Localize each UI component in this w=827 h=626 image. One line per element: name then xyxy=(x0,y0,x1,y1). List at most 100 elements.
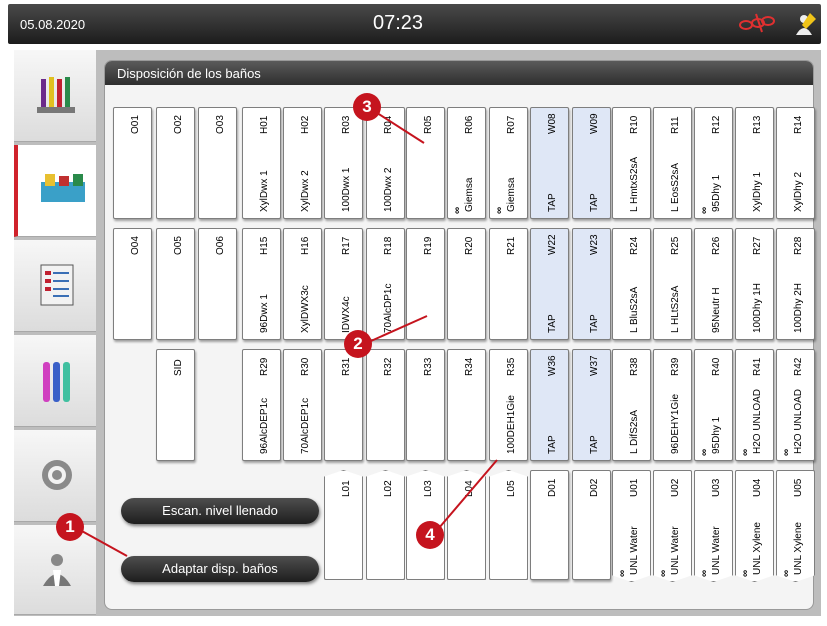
slot-id: W23 xyxy=(589,234,600,255)
scan-fill-level-button[interactable]: Escan. nivel llenado xyxy=(121,498,319,524)
slot-id: R29 xyxy=(259,357,270,376)
slot-reagent-label: UNL Xylene xyxy=(752,522,763,575)
slot-id: R38 xyxy=(629,357,640,376)
bath-slot-r05[interactable]: R05 xyxy=(406,107,445,219)
bath-slot-o04[interactable]: O04 xyxy=(113,228,152,340)
bath-slot-w09[interactable]: W09 TAP xyxy=(572,107,611,219)
bath-slot-r25[interactable]: R25 L HLtS2sA xyxy=(653,228,692,340)
bath-slot-r31[interactable]: R31 xyxy=(324,349,363,461)
bath-slot-h02[interactable]: H02 XylDwx 2 xyxy=(283,107,322,219)
bath-slot-r38[interactable]: R38 L DifS2sA xyxy=(612,349,651,461)
sidebar-item-reagent-tubes[interactable] xyxy=(14,335,100,427)
bath-slot-d02[interactable]: D02 xyxy=(572,470,611,580)
screen: 05.08.2020 07:23 Disposición de los baño… xyxy=(0,0,827,626)
bath-slot-r07[interactable]: R07 Giemsa ∞ xyxy=(489,107,528,219)
bath-slot-r34[interactable]: R34 xyxy=(447,349,486,461)
bath-slot-w22[interactable]: W22 TAP xyxy=(530,228,569,340)
infinity-icon: ∞ xyxy=(494,208,505,214)
bath-slot-r40[interactable]: R40 95Dhy 1 ∞ xyxy=(694,349,733,461)
bath-slot-l04[interactable]: L04 xyxy=(447,470,486,580)
bath-slot-r29[interactable]: R29 96AlcDEP1c xyxy=(242,349,281,461)
slot-reagent-label: XylDhy 1 xyxy=(752,171,763,212)
slot-reagent-label: 100Dhy 1H xyxy=(752,282,763,333)
bath-slot-r14[interactable]: R14 XylDhy 2 xyxy=(776,107,815,219)
bath-slot-w23[interactable]: W23 TAP xyxy=(572,228,611,340)
adapt-baths-button[interactable]: Adaptar disp. baños xyxy=(121,556,319,582)
bath-slot-r39[interactable]: R39 96DEHY1Gie xyxy=(653,349,692,461)
slot-reagent-label: UNL Xylene xyxy=(793,522,804,575)
bath-slot-r12[interactable]: R12 95Dhy 1 ∞ xyxy=(694,107,733,219)
bath-slot-r17[interactable]: R17 IDWX4c xyxy=(324,228,363,340)
bath-slot-r06[interactable]: R06 Giemsa ∞ xyxy=(447,107,486,219)
sidebar-item-bath-layout[interactable] xyxy=(14,145,100,237)
bath-slot-sid[interactable]: SID xyxy=(156,349,195,461)
bath-slot-d01[interactable]: D01 xyxy=(530,470,569,580)
slot-id: R42 xyxy=(793,357,804,376)
slot-id: R39 xyxy=(670,357,681,376)
slot-id: H02 xyxy=(300,115,311,134)
bath-slot-u04[interactable]: U04 UNL Xylene ∞ xyxy=(735,470,774,582)
bath-slot-u03[interactable]: U03 UNL Water ∞ xyxy=(694,470,733,582)
panel-title: Disposición de los baños xyxy=(105,61,813,85)
bath-slot-r41[interactable]: R41 H2O UNLOAD ∞ xyxy=(735,349,774,461)
bath-slot-r35[interactable]: R35 100DEH1Gie xyxy=(489,349,528,461)
sidebar-item-user[interactable] xyxy=(14,525,100,615)
bath-slot-r27[interactable]: R27 100Dhy 1H xyxy=(735,228,774,340)
sidebar-item-reagents[interactable] xyxy=(14,50,100,142)
slot-id: R17 xyxy=(341,236,352,255)
bath-slot-r24[interactable]: R24 L BluS2sA xyxy=(612,228,651,340)
bath-slot-h15[interactable]: H15 96Dwx 1 xyxy=(242,228,281,340)
bath-slot-l05[interactable]: L05 xyxy=(489,470,528,580)
slot-id: U05 xyxy=(793,478,804,497)
bath-slot-o02[interactable]: O02 xyxy=(156,107,195,219)
slot-reagent-label: 100Dwx 2 xyxy=(383,167,394,212)
sidebar-item-programs[interactable] xyxy=(14,240,100,332)
bath-slot-r10[interactable]: R10 L HmtxS2sA xyxy=(612,107,651,219)
slot-reagent-label: TAP xyxy=(589,435,600,454)
bath-slot-r21[interactable]: R21 xyxy=(489,228,528,340)
bath-slot-u02[interactable]: U02 UNL Water ∞ xyxy=(653,470,692,582)
bath-slot-u05[interactable]: U05 UNL Xylene ∞ xyxy=(776,470,815,582)
bath-slot-r32[interactable]: R32 xyxy=(366,349,405,461)
bath-slot-r26[interactable]: R26 95Neutr H xyxy=(694,228,733,340)
slot-reagent-label: L BluS2sA xyxy=(629,286,640,333)
bath-slot-w08[interactable]: W08 TAP xyxy=(530,107,569,219)
bath-slot-r13[interactable]: R13 XylDhy 1 xyxy=(735,107,774,219)
slot-reagent-label: 95Neutr H xyxy=(711,287,722,333)
bath-slot-h01[interactable]: H01 XylDwx 1 xyxy=(242,107,281,219)
slot-id: R19 xyxy=(423,236,434,255)
slot-id: U01 xyxy=(629,478,640,497)
bath-slot-o05[interactable]: O05 xyxy=(156,228,195,340)
bath-slot-r30[interactable]: R30 70AlcDEP1c xyxy=(283,349,322,461)
slot-id: R07 xyxy=(506,115,517,134)
slot-id: R13 xyxy=(752,115,763,134)
bath-slot-w37[interactable]: W37 TAP xyxy=(572,349,611,461)
sidebar-item-settings[interactable] xyxy=(14,430,100,522)
bath-slot-r03[interactable]: R03 100Dwx 1 xyxy=(324,107,363,219)
bath-slot-l01[interactable]: L01 xyxy=(324,470,363,580)
bath-slot-w36[interactable]: W36 TAP xyxy=(530,349,569,461)
bath-slot-r28[interactable]: R28 100Dhy 2H xyxy=(776,228,815,340)
bath-slot-h16[interactable]: H16 XylDWX3c xyxy=(283,228,322,340)
bath-slot-u01[interactable]: U01 UNL Water ∞ xyxy=(612,470,651,582)
slot-id: O03 xyxy=(215,115,226,134)
infinity-icon: ∞ xyxy=(699,571,710,577)
slot-id: D01 xyxy=(547,478,558,497)
callout-4: 4 xyxy=(416,521,444,549)
bath-slot-o03[interactable]: O03 xyxy=(198,107,237,219)
bath-slot-l02[interactable]: L02 xyxy=(366,470,405,580)
bath-slot-r18[interactable]: R18 70AlcDP1c xyxy=(366,228,405,340)
bath-slot-r19[interactable]: R19 xyxy=(406,228,445,340)
bath-slot-o06[interactable]: O06 xyxy=(198,228,237,340)
bath-slot-r33[interactable]: R33 xyxy=(406,349,445,461)
chain-link-icon[interactable] xyxy=(736,12,776,34)
bath-slot-r04[interactable]: R04 100Dwx 2 xyxy=(366,107,405,219)
slot-id: R03 xyxy=(341,115,352,134)
slot-reagent-label: 96Dwx 1 xyxy=(259,294,270,333)
supervisor-user-icon[interactable] xyxy=(792,11,818,37)
slot-id: R41 xyxy=(752,357,763,376)
bath-slot-r42[interactable]: R42 H2O UNLOAD ∞ xyxy=(776,349,815,461)
bath-slot-o01[interactable]: O01 xyxy=(113,107,152,219)
bath-slot-r20[interactable]: R20 xyxy=(447,228,486,340)
bath-slot-r11[interactable]: R11 L EosS2sA xyxy=(653,107,692,219)
